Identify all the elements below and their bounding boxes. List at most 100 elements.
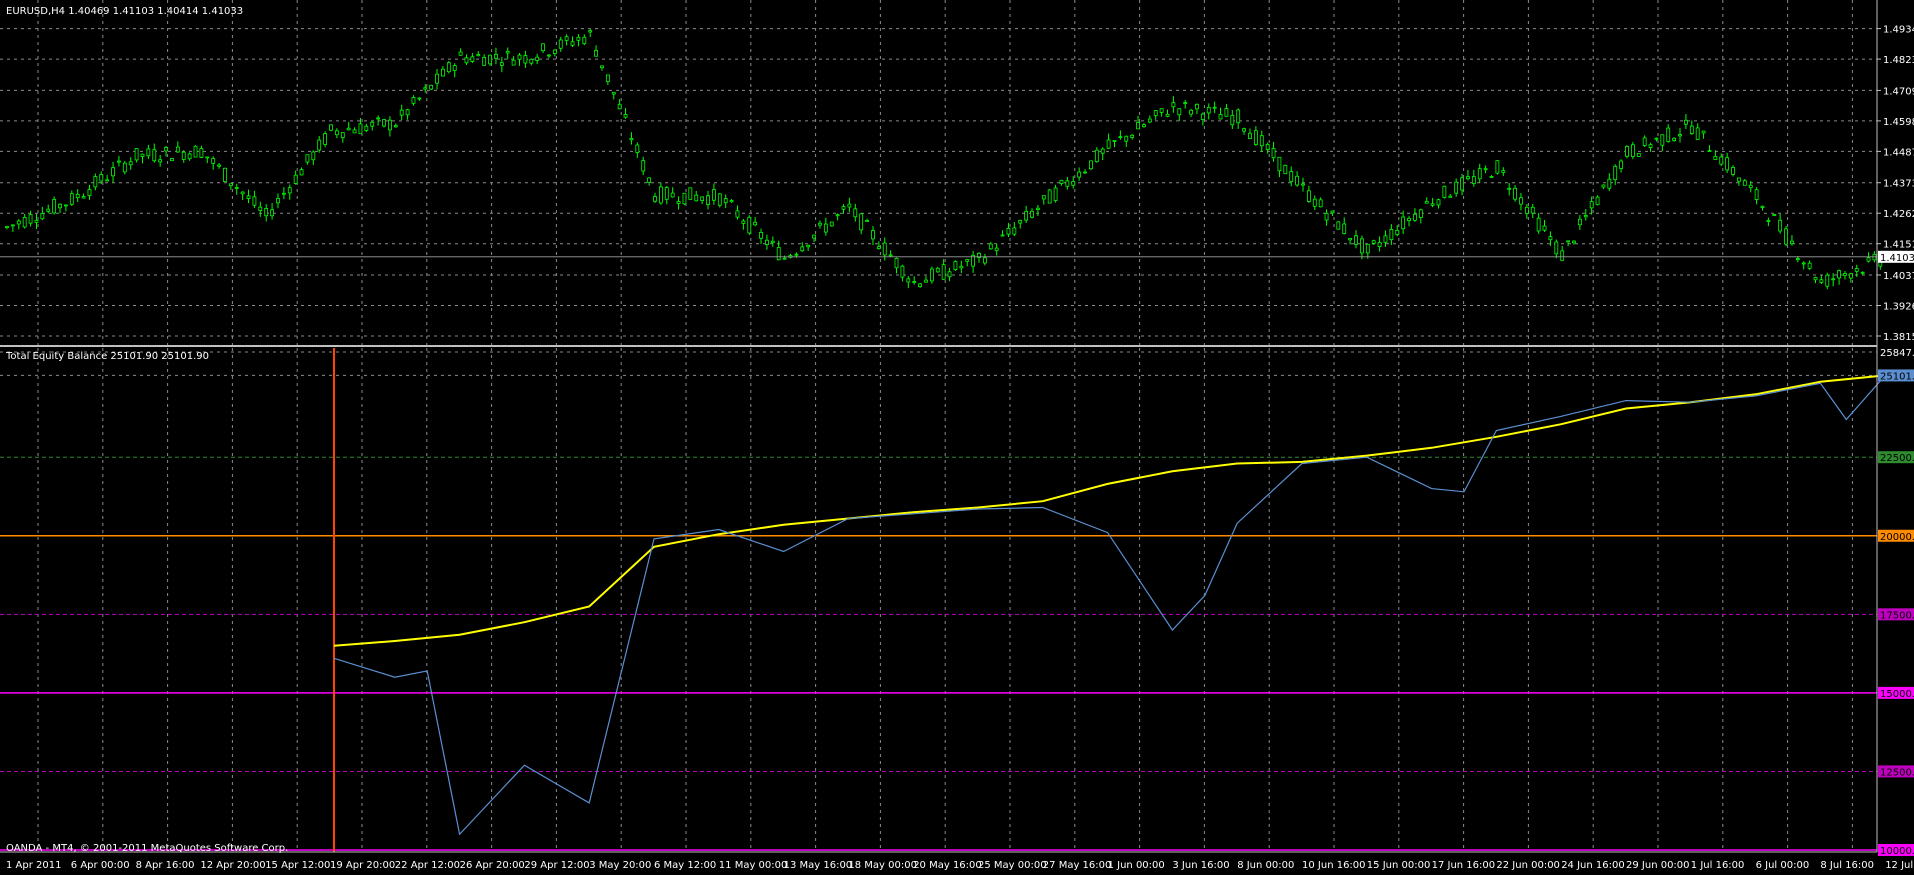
- time-tick-label: 15 Jun 00:00: [1367, 860, 1431, 871]
- candle-body: [1731, 167, 1735, 175]
- candle-body: [1365, 243, 1370, 254]
- price-tick-label: 1.42620: [1883, 209, 1914, 220]
- candle-body: [1436, 199, 1441, 206]
- candle-body: [429, 84, 434, 90]
- candle-body: [1807, 262, 1812, 269]
- indicator-pane[interactable]: [0, 348, 1877, 852]
- candle-body: [40, 213, 45, 220]
- candle-body: [1018, 219, 1023, 224]
- candle-body: [16, 220, 21, 225]
- time-tick-label: 24 Jun 16:00: [1561, 860, 1625, 871]
- candle-body: [399, 109, 404, 116]
- candle-body: [1177, 108, 1182, 116]
- candle-body: [464, 57, 469, 64]
- candle-body: [1248, 132, 1252, 140]
- candle-body: [1725, 157, 1730, 171]
- price-tick-label: 1.49340: [1883, 25, 1914, 36]
- price-header: EURUSD,H4 1.40469 1.41103 1.40414 1.4103…: [6, 6, 243, 17]
- candle-body: [1124, 135, 1129, 142]
- time-tick-label: 13 May 16:00: [784, 860, 853, 871]
- candle-body: [1719, 156, 1724, 165]
- candle-body: [918, 283, 922, 288]
- candle-body: [323, 133, 328, 145]
- candle-body: [1843, 273, 1847, 276]
- candle-body: [794, 253, 799, 256]
- candle-body: [205, 156, 210, 159]
- candle-body: [217, 164, 221, 167]
- time-tick-label: 17 Jun 16:00: [1432, 860, 1496, 871]
- candle-body: [1153, 110, 1158, 116]
- candle-body: [1183, 102, 1188, 104]
- indicator-tick-label: 15000.0: [1880, 689, 1914, 700]
- indicator-tick-label: 25101.9: [1880, 371, 1914, 382]
- candle-body: [1165, 113, 1170, 117]
- candle-body: [223, 167, 227, 182]
- price-tick-label: 1.47090: [1883, 86, 1914, 97]
- candle-body: [600, 65, 604, 69]
- price-tick-label: 1.40370: [1883, 271, 1914, 282]
- candle-body: [965, 259, 970, 262]
- candle-body: [1383, 235, 1388, 243]
- candle-body: [505, 51, 510, 54]
- mt4-chart-window[interactable]: 1.49340 1.48230 1.47090 1.45980 1.44870 1.437…: [0, 0, 1914, 875]
- candle-body: [941, 264, 946, 280]
- candle-body: [1130, 134, 1135, 138]
- candle-body: [152, 149, 157, 162]
- candle-body: [1336, 221, 1341, 230]
- candle-body: [1642, 137, 1647, 146]
- candle-body: [1707, 150, 1712, 152]
- candle-body: [1454, 181, 1459, 194]
- candle-body: [1483, 168, 1488, 171]
- candle-body: [499, 62, 504, 66]
- candle-body: [476, 54, 481, 57]
- candle-body: [1012, 227, 1017, 235]
- candle-body: [199, 148, 204, 158]
- candle-body: [111, 167, 115, 177]
- time-tick-label: 8 Apr 16:00: [136, 860, 195, 871]
- candle-body: [1613, 165, 1618, 181]
- price-pane[interactable]: [0, 0, 1877, 344]
- candle-body: [175, 146, 180, 153]
- candle-body: [1689, 125, 1694, 135]
- candle-body: [1778, 219, 1783, 232]
- candle-body: [1301, 183, 1305, 186]
- candle-body: [28, 214, 33, 224]
- candle-body: [694, 194, 699, 202]
- candle-body: [912, 281, 917, 283]
- candle-body: [1442, 185, 1447, 198]
- candle-body: [1312, 198, 1317, 207]
- candle-body: [140, 153, 145, 157]
- candle-body: [281, 192, 286, 195]
- candle-body: [1159, 108, 1164, 113]
- candle-body: [193, 145, 198, 158]
- candle-body: [435, 73, 439, 84]
- candle-body: [776, 247, 781, 261]
- candle-body: [46, 208, 51, 212]
- candle-body: [1601, 184, 1606, 188]
- candle-body: [1342, 223, 1347, 234]
- candle-body: [876, 246, 881, 250]
- candle-body: [1772, 214, 1777, 216]
- time-tick-label: 1 Jul 16:00: [1691, 860, 1745, 871]
- candle-body: [1354, 235, 1358, 245]
- candle-body: [146, 148, 151, 157]
- candle-body: [1348, 237, 1353, 241]
- candle-body: [1625, 146, 1629, 157]
- candle-body: [1206, 106, 1211, 114]
- candle-body: [10, 224, 15, 227]
- candle-body: [276, 198, 280, 204]
- time-tick-label: 15 Apr 12:00: [265, 860, 330, 871]
- candle-body: [529, 58, 534, 64]
- candle-body: [81, 196, 86, 199]
- time-tick-label: 18 May 00:00: [848, 860, 917, 871]
- time-tick-label: 12 Jul 20:00: [1885, 860, 1914, 871]
- indicator-tick-label: 22500.0: [1880, 453, 1914, 464]
- candle-body: [1766, 220, 1771, 222]
- candle-body: [1289, 171, 1294, 182]
- candle-body: [117, 160, 121, 163]
- candle-body: [900, 265, 905, 278]
- candle-body: [570, 41, 575, 46]
- candle-body: [58, 203, 62, 209]
- candle-body: [1371, 240, 1376, 244]
- candle-body: [712, 189, 716, 201]
